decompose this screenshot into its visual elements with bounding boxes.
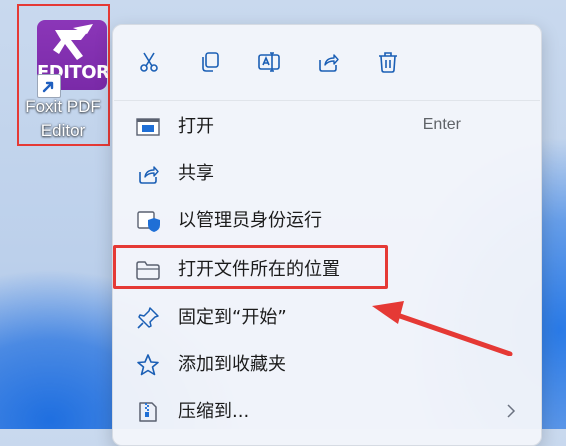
menu-item-share[interactable]: 共享	[113, 151, 541, 197]
annotation-box-desktop-icon	[17, 4, 110, 146]
menu-item-label: 固定到“开始”	[178, 307, 287, 328]
chevron-right-icon	[503, 403, 519, 419]
cut-button[interactable]	[134, 47, 164, 77]
admin-shield-icon	[135, 208, 161, 234]
trash-icon	[379, 52, 397, 73]
menu-item-label: 压缩到...	[178, 401, 250, 422]
scissors-icon	[140, 52, 158, 72]
menu-item-label: 打开	[178, 116, 214, 137]
copy-button[interactable]	[195, 47, 225, 77]
shortcut-hint: Enter	[422, 116, 461, 133]
pin-icon	[135, 305, 161, 331]
toolbar-separator	[114, 100, 540, 101]
annotation-box-open-file-location	[113, 245, 388, 289]
share-icon	[135, 161, 161, 187]
zip-icon	[135, 399, 161, 425]
star-icon	[135, 352, 161, 378]
menu-item-run-as-admin[interactable]: 以管理员身份运行	[113, 198, 541, 244]
menu-item-label: 以管理员身份运行	[178, 210, 322, 231]
copy-icon	[202, 52, 219, 72]
delete-button[interactable]	[373, 47, 403, 77]
annotation-arrow	[372, 301, 513, 356]
context-menu: 打开 Enter 共享 以管理员身份运行 打开文件所在的位置 固定到“开始” 添…	[112, 24, 542, 446]
menu-item-open[interactable]: 打开 Enter	[113, 104, 541, 150]
rename-icon	[258, 52, 280, 72]
menu-item-compress-to[interactable]: 压缩到...	[113, 389, 541, 435]
rename-button[interactable]	[254, 47, 284, 77]
open-app-icon	[135, 114, 161, 140]
context-menu-toolbar	[113, 25, 541, 95]
menu-item-label: 添加到收藏夹	[178, 354, 286, 375]
share-button[interactable]	[313, 47, 343, 77]
share-icon	[319, 54, 339, 72]
menu-item-label: 共享	[178, 163, 214, 184]
